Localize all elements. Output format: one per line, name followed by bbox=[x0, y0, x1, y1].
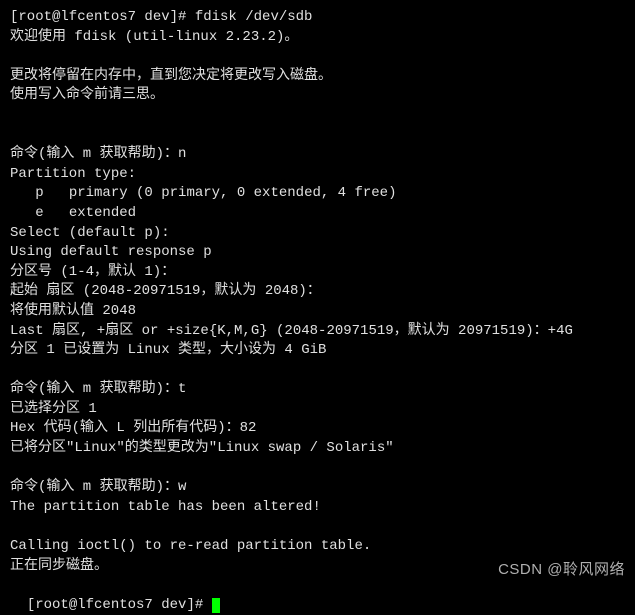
terminal-line: The partition table has been altered! bbox=[10, 498, 625, 518]
terminal-line: 使用写入命令前请三思。 bbox=[10, 86, 625, 106]
terminal-line: 更改将停留在内存中，直到您决定将更改写入磁盘。 bbox=[10, 67, 625, 87]
terminal-line: Select (default p): bbox=[10, 224, 625, 244]
terminal-output: [root@lfcentos7 dev]# fdisk /dev/sdb欢迎使用… bbox=[10, 8, 625, 576]
cursor-icon bbox=[212, 598, 220, 613]
terminal-line: Calling ioctl() to re-read partition tab… bbox=[10, 537, 625, 557]
terminal-line: 命令(输入 m 获取帮助)：t bbox=[10, 380, 625, 400]
terminal-line: 分区 1 已设置为 Linux 类型，大小设为 4 GiB bbox=[10, 341, 625, 361]
terminal-line: 已选择分区 1 bbox=[10, 400, 625, 420]
terminal-line: p primary (0 primary, 0 extended, 4 free… bbox=[10, 184, 625, 204]
shell-prompt: [root@lfcentos7 dev]# bbox=[27, 597, 212, 613]
terminal-line bbox=[10, 47, 625, 67]
terminal-line: 欢迎使用 fdisk (util-linux 2.23.2)。 bbox=[10, 28, 625, 48]
terminal-line: 起始 扇区 (2048-20971519，默认为 2048)： bbox=[10, 282, 625, 302]
watermark-text: CSDN @聆风网络 bbox=[498, 559, 625, 580]
terminal-line: e extended bbox=[10, 204, 625, 224]
terminal-prompt-line[interactable]: [root@lfcentos7 dev]# bbox=[10, 576, 625, 615]
terminal-line bbox=[10, 361, 625, 381]
terminal-line: Hex 代码(输入 L 列出所有代码)：82 bbox=[10, 419, 625, 439]
terminal-line: [root@lfcentos7 dev]# fdisk /dev/sdb bbox=[10, 8, 625, 28]
terminal-line: 命令(输入 m 获取帮助)：w bbox=[10, 478, 625, 498]
terminal-line: 将使用默认值 2048 bbox=[10, 302, 625, 322]
terminal-line: 已将分区"Linux"的类型更改为"Linux swap / Solaris" bbox=[10, 439, 625, 459]
terminal-line bbox=[10, 517, 625, 537]
terminal-line bbox=[10, 459, 625, 479]
terminal-line: Partition type: bbox=[10, 165, 625, 185]
terminal-line: 分区号 (1-4，默认 1)： bbox=[10, 263, 625, 283]
terminal-line: Last 扇区, +扇区 or +size{K,M,G} (2048-20971… bbox=[10, 322, 625, 342]
terminal-line bbox=[10, 126, 625, 146]
terminal-line bbox=[10, 106, 625, 126]
terminal-line: Using default response p bbox=[10, 243, 625, 263]
terminal-line: 命令(输入 m 获取帮助)：n bbox=[10, 145, 625, 165]
